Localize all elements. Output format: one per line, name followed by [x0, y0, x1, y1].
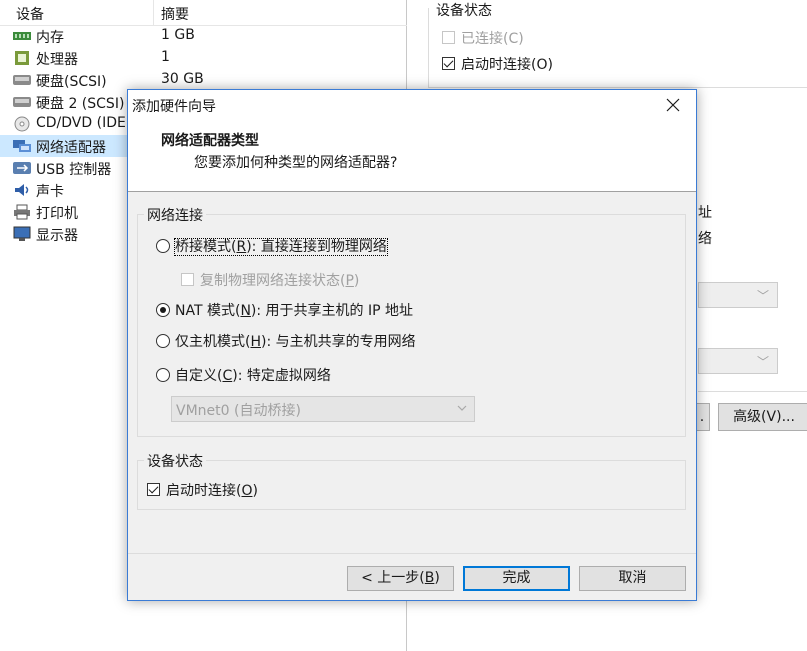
divider: [698, 391, 807, 392]
partial-text: 络: [698, 231, 712, 247]
custom-network-option[interactable]: 自定义(C): 特定虚拟网络: [156, 365, 331, 385]
column-header-device[interactable]: 设备: [16, 4, 44, 24]
memory-icon: [13, 32, 31, 40]
device-row-hard-disk[interactable]: 硬盘(SCSI) 30 GB: [0, 69, 407, 91]
device-name: 显示器: [36, 228, 78, 244]
connected-label: 已连接(C): [461, 31, 524, 47]
device-status-title: 设备状态: [432, 0, 496, 19]
device-summary: 1 GB: [161, 27, 195, 43]
host-only-mode-label: 仅主机模式(H): 与主机共享的专用网络: [175, 334, 416, 350]
bridged-mode-option[interactable]: 桥接模式(R): 直接连接到物理网络: [156, 236, 388, 256]
dialog-device-status-group: 设备状态 启动时连接(O): [137, 451, 686, 510]
dialog-footer: < 上一步(B) 完成 取消: [128, 554, 696, 600]
device-summary: 1: [161, 49, 170, 65]
connected-checkbox[interactable]: [442, 31, 455, 44]
close-button[interactable]: [650, 90, 696, 120]
replicate-physical-state-checkbox[interactable]: [181, 273, 194, 286]
nat-mode-option[interactable]: NAT 模式(N): 用于共享主机的 IP 地址: [156, 300, 413, 320]
bridged-mode-label: 桥接模式(R): 直接连接到物理网络: [174, 238, 388, 256]
dialog-title: 添加硬件向导: [132, 99, 216, 115]
processor-icon: [15, 51, 29, 65]
nat-mode-radio[interactable]: [156, 303, 170, 317]
device-name: 声卡: [36, 184, 64, 200]
partial-text: 址: [698, 205, 712, 221]
printer-icon: [14, 204, 30, 220]
background-combo[interactable]: ﹀: [698, 348, 778, 374]
column-separator[interactable]: [153, 0, 154, 26]
nat-mode-label: NAT 模式(N): 用于共享主机的 IP 地址: [175, 303, 414, 319]
custom-network-label: 自定义(C): 特定虚拟网络: [175, 368, 331, 384]
chevron-down-icon: ﹀: [756, 289, 769, 303]
device-name: 内存: [36, 30, 64, 46]
cancel-button[interactable]: 取消: [579, 566, 686, 591]
column-header-summary[interactable]: 摘要: [161, 4, 189, 24]
chevron-down-icon: [457, 405, 467, 411]
hard-disk-icon: [13, 75, 31, 85]
sound-card-icon: [15, 184, 29, 196]
vmnet-select-value: VMnet0 (自动桥接): [176, 403, 301, 419]
device-row-memory[interactable]: 内存 1 GB: [0, 25, 407, 47]
dialog-connect-at-power-on-option[interactable]: 启动时连接(O): [147, 480, 258, 500]
device-name: 网络适配器: [36, 140, 106, 156]
device-name: 打印机: [36, 206, 78, 222]
device-name: 硬盘 2 (SCSI): [36, 96, 125, 112]
wizard-header: 网络适配器类型 您要添加何种类型的网络适配器?: [128, 120, 696, 192]
connect-at-power-on-checkbox[interactable]: [442, 57, 455, 70]
vmnet-select[interactable]: VMnet0 (自动桥接): [171, 396, 475, 422]
back-button[interactable]: < 上一步(B): [347, 566, 454, 591]
device-row-processor[interactable]: 处理器 1: [0, 47, 407, 69]
dialog-titlebar[interactable]: 添加硬件向导: [128, 90, 696, 120]
chevron-down-icon: ﹀: [756, 355, 769, 369]
replicate-physical-state-option[interactable]: 复制物理网络连接状态(P): [181, 270, 359, 290]
wizard-heading: 网络适配器类型: [161, 133, 259, 149]
custom-network-radio[interactable]: [156, 368, 170, 382]
network-adapter-icon: [13, 140, 31, 152]
connect-at-power-on-label: 启动时连接(O): [461, 57, 553, 73]
dialog-connect-at-power-on-checkbox[interactable]: [147, 483, 160, 496]
network-connection-group: 网络连接 桥接模式(R): 直接连接到物理网络 复制物理网络连接状态(P) NA…: [137, 205, 686, 437]
connected-checkbox-row[interactable]: 已连接(C): [442, 28, 524, 48]
device-summary: 30 GB: [161, 71, 204, 87]
close-icon: [666, 98, 680, 112]
device-status-group: [428, 8, 807, 88]
dialog-device-status-title: 设备状态: [144, 451, 206, 471]
background-combo[interactable]: ﹀: [698, 282, 778, 308]
display-icon: [13, 226, 31, 241]
wizard-subheading: 您要添加何种类型的网络适配器?: [194, 155, 398, 171]
device-list-header: 设备 摘要: [0, 0, 407, 26]
host-only-mode-radio[interactable]: [156, 334, 170, 348]
device-name: 硬盘(SCSI): [36, 74, 107, 90]
hard-disk-icon: [13, 97, 31, 107]
device-name: USB 控制器: [36, 162, 112, 178]
advanced-button[interactable]: 高级(V)...: [718, 403, 807, 431]
bridged-mode-radio[interactable]: [156, 239, 170, 253]
add-hardware-wizard-dialog: 添加硬件向导 网络适配器类型 您要添加何种类型的网络适配器? 网络连接 桥接模式…: [127, 89, 697, 601]
usb-icon: [13, 162, 31, 174]
replicate-physical-state-label: 复制物理网络连接状态(P): [200, 273, 360, 289]
dialog-connect-at-power-on-label: 启动时连接(O): [166, 483, 258, 499]
finish-button[interactable]: 完成: [463, 566, 570, 591]
cd-dvd-icon: [14, 116, 30, 132]
connect-at-power-on-row[interactable]: 启动时连接(O): [442, 54, 553, 74]
device-name: CD/DVD (IDE): [36, 115, 132, 131]
device-name: 处理器: [36, 52, 78, 68]
network-connection-group-title: 网络连接: [144, 205, 206, 225]
host-only-mode-option[interactable]: 仅主机模式(H): 与主机共享的专用网络: [156, 331, 416, 351]
